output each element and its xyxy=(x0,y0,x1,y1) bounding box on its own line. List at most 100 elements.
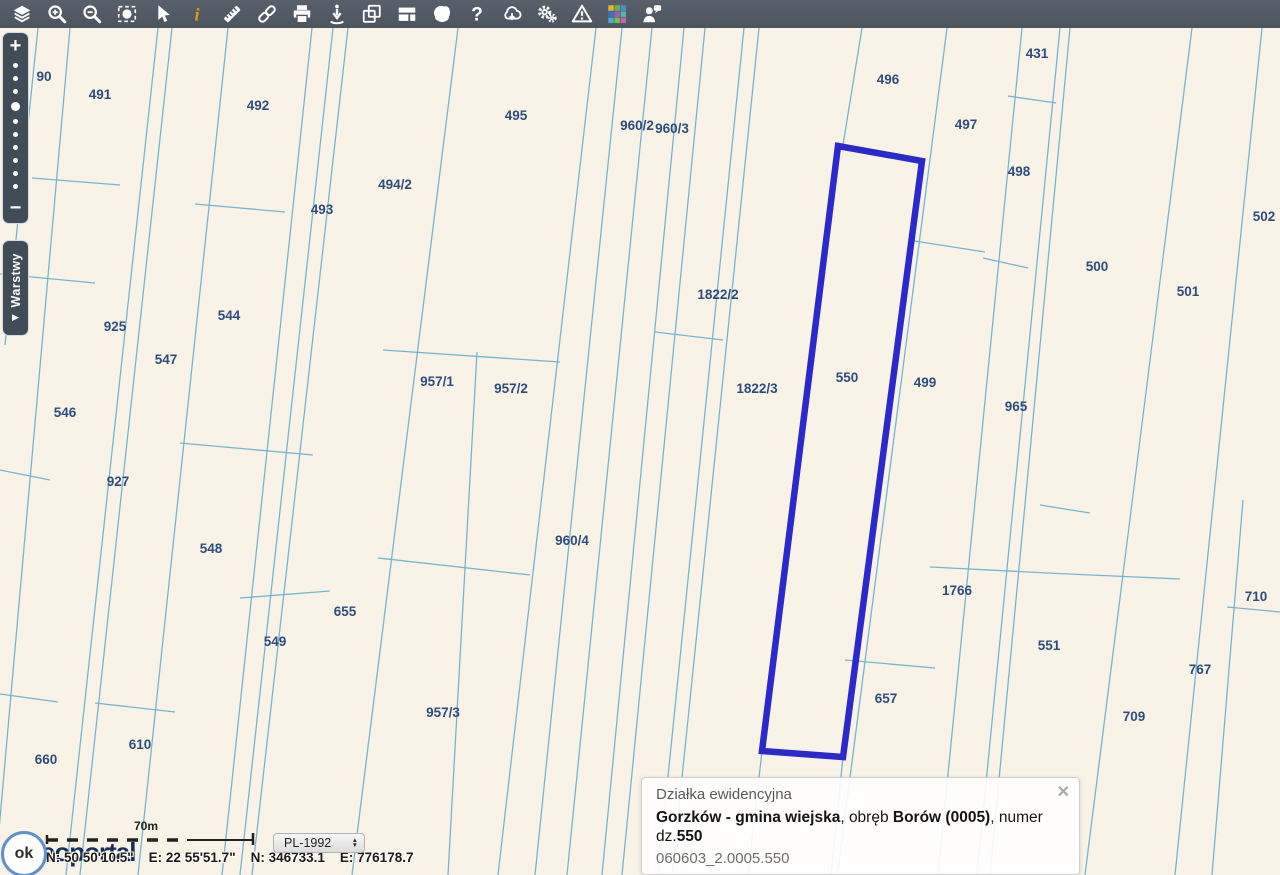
parcel-label: 551 xyxy=(1038,638,1061,653)
pointer-icon xyxy=(157,5,170,22)
zoom-level-dot[interactable] xyxy=(13,145,18,150)
parcel-label: 957/3 xyxy=(426,705,460,720)
print-button[interactable] xyxy=(284,0,319,28)
parcel-label: 709 xyxy=(1123,709,1146,724)
toolbar: i? xyxy=(0,0,1280,28)
parcel-label: 90 xyxy=(36,69,51,84)
svg-text:i: i xyxy=(194,4,200,24)
projection-select[interactable]: PL-1992 ▲ ▼ xyxy=(273,833,365,853)
municipality-name: Gorzków - gmina wiejska xyxy=(656,809,841,826)
parcel-id: 060603_2.0005.550 xyxy=(656,849,790,867)
cadastral-map[interactable]: 90 491 492 495 960/2 960/3 496 431 497 498 502 494/… xyxy=(0,0,1280,875)
chevron-right-icon: ▶ xyxy=(12,311,19,322)
parcel-label: 927 xyxy=(107,474,130,489)
logo-badge: ok xyxy=(1,831,47,875)
cloud-download-button[interactable] xyxy=(494,0,529,28)
layout-icon xyxy=(398,7,415,21)
parcel-label: 496 xyxy=(877,72,900,87)
parcel-label: 501 xyxy=(1177,284,1200,299)
print-icon xyxy=(293,5,310,24)
warning-button[interactable] xyxy=(564,0,599,28)
info-popup: Działka ewidencyjna ✕ Gorzków - gmina wi… xyxy=(641,777,1080,875)
info-button[interactable]: i xyxy=(179,0,214,28)
add-point-icon xyxy=(329,4,344,25)
parcel-label: 431 xyxy=(1026,46,1049,61)
parcel-label: 498 xyxy=(1008,164,1031,179)
parcel-label: 965 xyxy=(1005,399,1028,414)
zoom-out-icon xyxy=(82,5,101,24)
feedback-button[interactable] xyxy=(634,0,669,28)
parcel-label: 1822/2 xyxy=(697,287,738,302)
parcel-label: 1822/3 xyxy=(736,381,778,396)
projection-value: PL-1992 xyxy=(284,836,332,850)
spinner-icon: ▲ ▼ xyxy=(351,837,358,849)
parcel-label: 494/2 xyxy=(378,177,412,192)
zoom-out-button[interactable]: − xyxy=(10,197,22,219)
logo-text: ok xyxy=(14,845,34,862)
layers-icon xyxy=(13,5,30,23)
layers-button[interactable] xyxy=(4,0,39,28)
zoom-in-button[interactable] xyxy=(39,0,74,28)
zoom-in-button[interactable]: + xyxy=(10,35,22,57)
zoom-level-dots xyxy=(11,63,20,189)
help-icon: ? xyxy=(471,4,483,25)
zoom-level-dot[interactable] xyxy=(13,158,18,163)
zoom-out-button[interactable] xyxy=(74,0,109,28)
zoom-level-dot[interactable] xyxy=(13,171,18,176)
parcel-label: 546 xyxy=(54,405,77,420)
link-button[interactable] xyxy=(249,0,284,28)
scale-bar-label: 70m xyxy=(134,819,158,833)
parcel-label: 960/3 xyxy=(655,121,689,136)
parcel-label: 960/2 xyxy=(620,118,654,133)
parcel-label: 549 xyxy=(264,634,287,649)
parcel-number: 550 xyxy=(676,828,703,846)
close-icon[interactable]: ✕ xyxy=(1057,785,1070,801)
select-area-icon xyxy=(117,5,136,23)
poland-map-button[interactable] xyxy=(424,0,459,28)
parcel-label: 499 xyxy=(914,375,937,390)
mosaic-button[interactable] xyxy=(599,0,634,28)
zoom-in-icon xyxy=(47,5,66,24)
zoom-control: + − xyxy=(2,32,29,224)
add-point-button[interactable] xyxy=(319,0,354,28)
parcel-label: 495 xyxy=(505,108,528,123)
parcel-label: 957/2 xyxy=(494,381,528,396)
select-area-button[interactable] xyxy=(109,0,144,28)
parcel-label: 502 xyxy=(1253,209,1276,224)
parcel-label: 497 xyxy=(955,117,978,132)
layers-tab[interactable]: Warstwy ▶ xyxy=(2,240,29,336)
link-icon xyxy=(257,5,276,23)
parcel-label: 548 xyxy=(200,541,223,556)
popup-title: Działka ewidencyjna xyxy=(656,786,792,803)
parcel-label: 544 xyxy=(218,308,241,323)
zoom-level-dot[interactable] xyxy=(13,184,18,189)
zoom-level-dot[interactable] xyxy=(11,102,20,111)
parcel-label: 655 xyxy=(334,604,357,619)
layout-button[interactable] xyxy=(389,0,424,28)
pointer-button[interactable] xyxy=(144,0,179,28)
copy-icon xyxy=(362,4,381,23)
info-icon: i xyxy=(194,4,200,24)
layers-tab-label: Warstwy xyxy=(8,253,23,308)
copy-button[interactable] xyxy=(354,0,389,28)
warning-icon xyxy=(571,4,592,23)
obreb-name: Borów (0005) xyxy=(892,809,991,826)
help-button[interactable]: ? xyxy=(459,0,494,28)
coord-wgs-e: E: 22 55'51.7" xyxy=(148,850,236,865)
measure-icon xyxy=(223,6,240,23)
parcel-label: 925 xyxy=(104,319,127,334)
parcel-label: 500 xyxy=(1086,259,1109,274)
zoom-level-dot[interactable] xyxy=(13,119,18,124)
settings-button[interactable] xyxy=(529,0,564,28)
parcel-label: 550 xyxy=(836,370,859,385)
zoom-level-dot[interactable] xyxy=(13,63,18,68)
feedback-icon xyxy=(642,5,661,23)
zoom-level-dot[interactable] xyxy=(13,89,18,94)
coord-wgs-n: N: 50 50'10.5" xyxy=(46,850,134,865)
cloud-download-icon xyxy=(503,6,521,21)
measure-button[interactable] xyxy=(214,0,249,28)
zoom-level-dot[interactable] xyxy=(13,132,18,137)
zoom-level-dot[interactable] xyxy=(13,76,18,81)
coordinates-readout: N: 50 50'10.5" E: 22 55'51.7" N: 346733.1 E… xyxy=(46,850,428,865)
poland-map-icon xyxy=(433,5,450,23)
